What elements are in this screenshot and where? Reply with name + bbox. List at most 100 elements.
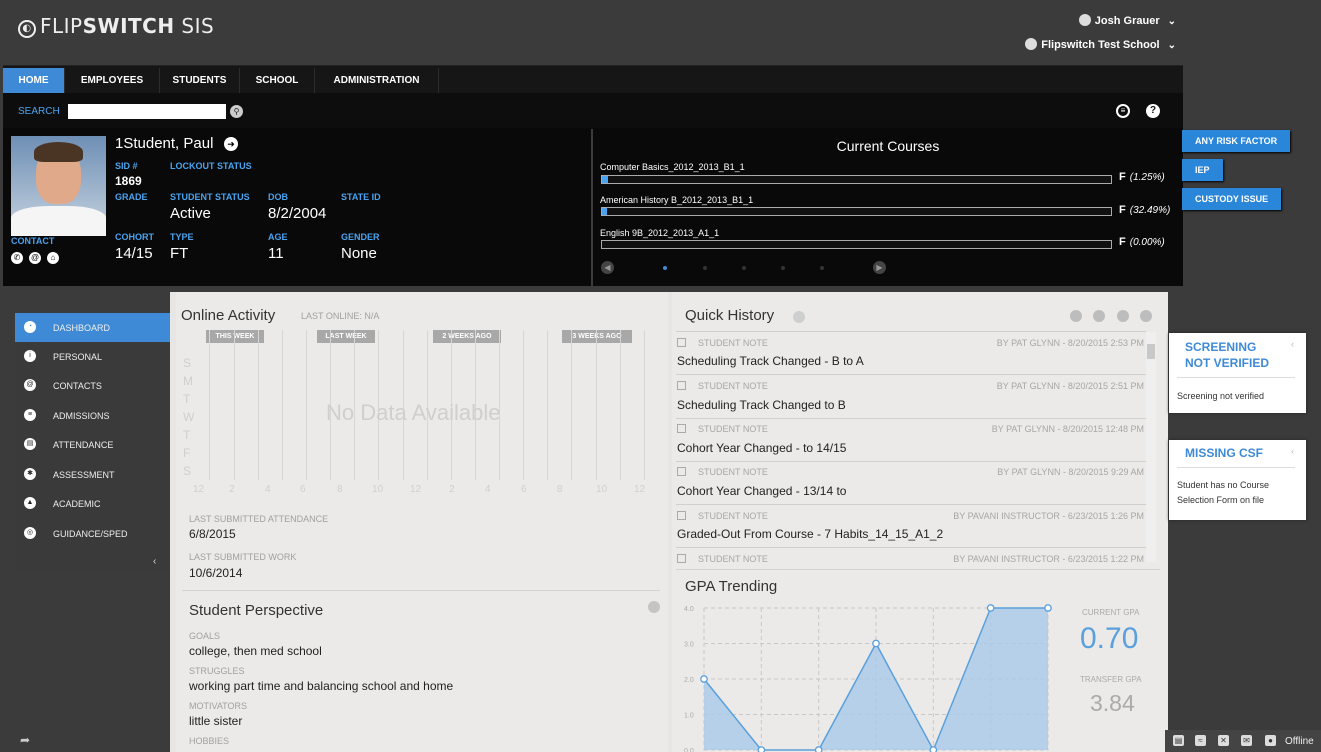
pager-dot[interactable] bbox=[663, 266, 667, 270]
history-title[interactable]: Cohort Year Changed - to 14/15 bbox=[677, 441, 846, 455]
grid-line bbox=[620, 330, 621, 480]
grid-line bbox=[209, 330, 210, 480]
connections-icon[interactable]: ✕ bbox=[1218, 735, 1229, 746]
course-progress-bar bbox=[601, 175, 1112, 184]
sidebar-item-dashboard[interactable]: ◔ DASHBOARD bbox=[15, 313, 171, 342]
collapse-icon[interactable]: ‹ bbox=[1291, 339, 1294, 349]
time-tick: 12 bbox=[193, 484, 205, 495]
tab-students[interactable]: STUDENTS bbox=[160, 68, 240, 94]
search-icon[interactable]: ⚲ bbox=[230, 105, 243, 118]
course-name[interactable]: English 9B_2012_2013_A1_1 bbox=[600, 228, 719, 238]
sidebar-item-admissions[interactable]: ≡ ADMISSIONS bbox=[15, 401, 171, 430]
help-icon[interactable]: ? bbox=[1146, 104, 1160, 118]
history-title[interactable]: Scheduling Track Changed to B bbox=[677, 398, 846, 412]
history-scrollbar[interactable] bbox=[1146, 332, 1156, 562]
history-type: STUDENT NOTE bbox=[677, 338, 768, 348]
courses-title: Current Courses bbox=[836, 138, 940, 154]
dob-value: 8/2/2004 bbox=[268, 205, 327, 222]
note-icon bbox=[677, 511, 686, 520]
search-input[interactable] bbox=[68, 104, 226, 119]
week-header: 2 WEEKS AGO bbox=[433, 330, 501, 343]
week-header: THIS WEEK bbox=[206, 330, 264, 343]
sidebar-item-assessment[interactable]: ✱ ASSESSMENT bbox=[15, 460, 171, 489]
school-name: Flipswitch Test School bbox=[1041, 39, 1160, 51]
mail-icon[interactable]: ✉ bbox=[1241, 735, 1252, 746]
sidebar-item-guidance[interactable]: ◎ GUIDANCE/SPED bbox=[15, 519, 171, 548]
phone-icon[interactable]: ✆ bbox=[11, 252, 23, 264]
no-data-message: No Data Available bbox=[326, 400, 501, 425]
tab-employees[interactable]: EMPLOYEES bbox=[65, 68, 160, 94]
user-status-icon[interactable]: ● bbox=[1265, 735, 1276, 746]
lockout-label: LOCKOUT STATUS bbox=[170, 161, 252, 171]
online-activity-title: Online Activity bbox=[181, 307, 276, 324]
share-icon[interactable]: ➦ bbox=[20, 733, 30, 747]
gpa-point bbox=[700, 675, 708, 683]
divider bbox=[676, 504, 1146, 505]
day-label: S bbox=[183, 464, 192, 478]
collapse-sidebar-icon[interactable]: ‹ bbox=[153, 556, 156, 567]
tab-administration[interactable]: ADMINISTRATION bbox=[315, 68, 439, 94]
note-icon bbox=[677, 424, 686, 433]
history-author: BY PAT GLYNN - 8/20/2015 12:48 PM bbox=[991, 424, 1144, 434]
grid-line bbox=[523, 330, 524, 480]
user-menu[interactable]: Josh Grauer ⌄ bbox=[1078, 14, 1176, 27]
filter-all-icon[interactable] bbox=[1140, 310, 1152, 322]
stateid-label: STATE ID bbox=[341, 192, 381, 202]
sidebar-item-personal[interactable]: i PERSONAL bbox=[15, 342, 171, 371]
risk-factor-button[interactable]: ANY RISK FACTOR bbox=[1182, 130, 1291, 152]
prev-page-icon[interactable]: ◀ bbox=[601, 261, 614, 274]
school-menu[interactable]: Flipswitch Test School ⌄ bbox=[1025, 38, 1176, 51]
student-switch-icon[interactable]: ➜ bbox=[224, 137, 238, 151]
history-author: BY PAVANI INSTRUCTOR - 6/23/2015 1:26 PM bbox=[953, 511, 1144, 521]
custody-issue-button[interactable]: CUSTODY ISSUE bbox=[1182, 188, 1282, 210]
time-tick: 12 bbox=[634, 484, 646, 495]
sidebar-item-label: CONTACTS bbox=[53, 381, 102, 391]
guidance-icon: ◎ bbox=[24, 527, 36, 539]
next-page-icon[interactable]: ▶ bbox=[873, 261, 886, 274]
pager-dot[interactable] bbox=[820, 266, 824, 270]
gpa-y-tick: 1.0 bbox=[684, 713, 694, 720]
course-name[interactable]: American History B_2012_2013_B1_1 bbox=[600, 195, 753, 205]
pager-dot[interactable] bbox=[781, 266, 785, 270]
sidebar-item-contacts[interactable]: @ CONTACTS bbox=[15, 371, 171, 400]
gpa-point bbox=[986, 604, 995, 612]
filter-changes-icon[interactable] bbox=[1117, 310, 1129, 322]
sidebar-item-academic[interactable]: ▲ ACADEMIC bbox=[15, 489, 171, 518]
course-pct: (32.49%) bbox=[1129, 205, 1171, 216]
gpa-y-tick: 3.0 bbox=[684, 642, 694, 649]
missing-csf-alert-card[interactable]: MISSING CSF ‹ Student has no Course Sele… bbox=[1169, 440, 1306, 520]
student-photo bbox=[11, 136, 106, 236]
tab-home[interactable]: HOME bbox=[3, 68, 65, 94]
alert-title: SCREENING bbox=[1185, 340, 1257, 354]
wifi-icon[interactable]: ≈ bbox=[1195, 735, 1206, 746]
email-icon[interactable]: @ bbox=[29, 252, 41, 264]
collapse-icon[interactable]: ‹ bbox=[1291, 446, 1294, 456]
messages-icon[interactable]: ≡ bbox=[1116, 104, 1130, 118]
alert-title: MISSING CSF bbox=[1185, 446, 1264, 460]
app-logo[interactable]: ◐ FLIPSWITCH SIS bbox=[18, 14, 214, 38]
history-title[interactable]: Graded-Out From Course - 7 Habits_14_15_… bbox=[677, 527, 943, 541]
screening-alert-card[interactable]: SCREENING NOT VERIFIED ‹ Screening not v… bbox=[1169, 333, 1306, 413]
history-title[interactable]: Scheduling Track Changed - B to A bbox=[677, 354, 864, 368]
refresh-icon[interactable] bbox=[793, 311, 805, 323]
notes-icon[interactable]: ▤ bbox=[1173, 735, 1184, 746]
home-icon[interactable]: ⌂ bbox=[47, 252, 59, 264]
flipswitch-logo-icon: ◐ bbox=[18, 20, 36, 38]
history-type: STUDENT NOTE bbox=[677, 511, 768, 521]
iep-button[interactable]: IEP bbox=[1182, 159, 1223, 181]
sidebar-item-label: ATTENDANCE bbox=[53, 440, 114, 450]
pager-dot[interactable] bbox=[742, 266, 746, 270]
note-icon bbox=[677, 381, 686, 390]
edit-perspective-icon[interactable] bbox=[648, 601, 660, 613]
divider bbox=[1177, 377, 1295, 378]
time-tick: 2 bbox=[229, 484, 235, 495]
history-title[interactable]: Cohort Year Changed - 13/14 to bbox=[677, 484, 846, 498]
course-name[interactable]: Computer Basics_2012_2013_B1_1 bbox=[600, 162, 745, 172]
pager-dot[interactable] bbox=[703, 266, 707, 270]
sidebar-item-attendance[interactable]: ▤ ATTENDANCE bbox=[15, 430, 171, 459]
tab-school[interactable]: SCHOOL bbox=[240, 68, 315, 94]
course-grade: F (0.00%) bbox=[1119, 236, 1165, 248]
filter-notes-icon[interactable] bbox=[1070, 310, 1082, 322]
week-header: LAST WEEK bbox=[317, 330, 375, 343]
filter-alerts-icon[interactable] bbox=[1093, 310, 1105, 322]
